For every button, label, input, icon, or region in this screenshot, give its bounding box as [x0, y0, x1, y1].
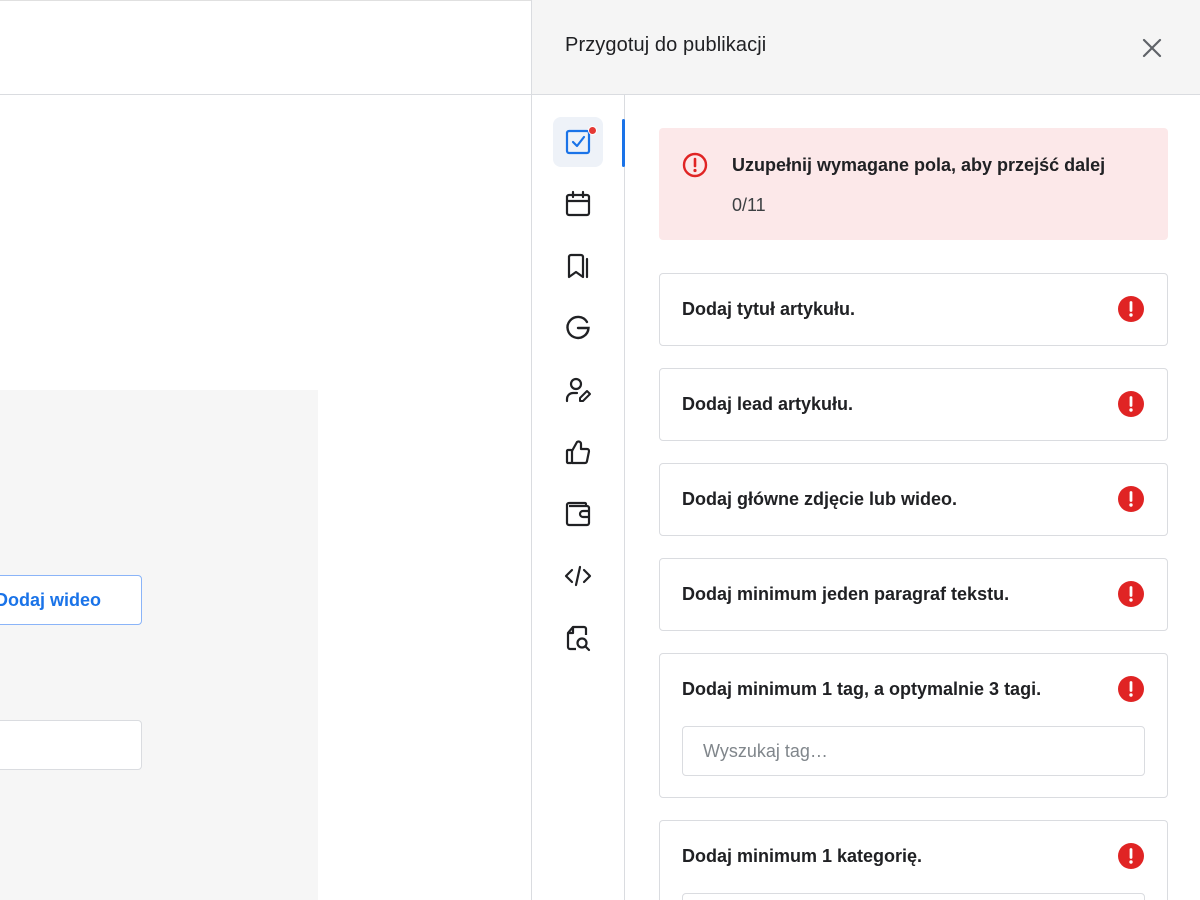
add-video-label: Dodaj wideo: [0, 589, 102, 610]
rail-active-indicator: [622, 119, 625, 167]
requirement-tags: Dodaj minimum 1 tag, a optymalnie 3 tagi…: [659, 653, 1168, 798]
requirement-label: Dodaj tytuł artykułu.: [682, 299, 856, 319]
requirement-label: Dodaj lead artykułu.: [682, 394, 854, 414]
drawer-content: Uzupełnij wymagane pola, aby przejść dal…: [626, 95, 1200, 900]
rail-item-embed[interactable]: [553, 551, 603, 601]
file-search-icon: [566, 625, 591, 652]
calendar-icon: [565, 190, 591, 217]
rail-item-author[interactable]: [553, 365, 603, 415]
error-icon: [1118, 296, 1144, 322]
editor-text-field[interactable]: [0, 720, 142, 770]
requirement-main-media[interactable]: Dodaj główne zdjęcie lub wideo.: [659, 463, 1168, 536]
rail-item-bookmarks[interactable]: [553, 241, 603, 291]
error-icon: [1118, 486, 1144, 512]
google-icon: [566, 315, 590, 340]
requirement-label: Dodaj minimum 1 tag, a optymalnie 3 tagi…: [682, 679, 1042, 699]
requirement-label: Dodaj minimum jeden paragraf tekstu.: [682, 584, 1010, 604]
requirement-category: Dodaj minimum 1 kategorię.: [659, 820, 1168, 900]
alert-circle-icon: [682, 152, 708, 178]
requirement-lead[interactable]: Dodaj lead artykułu.: [659, 368, 1168, 441]
rail-item-checklist[interactable]: [553, 117, 603, 167]
requirement-title[interactable]: Dodaj tytuł artykułu.: [659, 273, 1168, 346]
rail-item-wallet[interactable]: [553, 489, 603, 539]
rail-item-calendar[interactable]: [553, 179, 603, 229]
add-video-button[interactable]: Dodaj wideo: [0, 575, 142, 625]
error-icon: [1118, 581, 1144, 607]
alert-title: Uzupełnij wymagane pola, aby przejść dal…: [732, 155, 1106, 175]
drawer-header: Przygotuj do publikacji: [532, 0, 1200, 95]
author-edit-icon: [565, 377, 591, 403]
close-icon: [1142, 38, 1162, 58]
tag-search-input[interactable]: [682, 726, 1145, 776]
requirement-label: Dodaj główne zdjęcie lub wideo.: [682, 489, 958, 509]
thumb-up-icon: [565, 440, 591, 465]
media-section: [0, 390, 318, 900]
icon-rail: [532, 95, 625, 900]
code-icon: [564, 565, 592, 587]
alert-count: 0/11: [732, 195, 766, 215]
article-editor: Dodaj wideo: [0, 0, 531, 900]
publish-drawer: Przygotuj do publikacji Uzupełnij wymaga…: [531, 0, 1200, 900]
error-icon: [1118, 391, 1144, 417]
drawer-title: Przygotuj do publikacji: [565, 34, 767, 56]
editor-topbar: [0, 0, 531, 95]
error-icon: [1118, 843, 1144, 869]
close-button[interactable]: [1138, 34, 1166, 62]
wallet-icon: [565, 501, 591, 527]
requirement-paragraph[interactable]: Dodaj minimum jeden paragraf tekstu.: [659, 558, 1168, 631]
bookmarks-icon: [567, 253, 589, 279]
error-icon: [1118, 676, 1144, 702]
validation-alert: Uzupełnij wymagane pola, aby przejść dal…: [659, 128, 1168, 240]
rail-notification-dot: [588, 126, 597, 135]
rail-item-google[interactable]: [553, 303, 603, 353]
category-select[interactable]: [682, 893, 1145, 900]
rail-item-preview[interactable]: [553, 613, 603, 663]
requirement-label: Dodaj minimum 1 kategorię.: [682, 846, 923, 866]
rail-item-like[interactable]: [553, 427, 603, 477]
